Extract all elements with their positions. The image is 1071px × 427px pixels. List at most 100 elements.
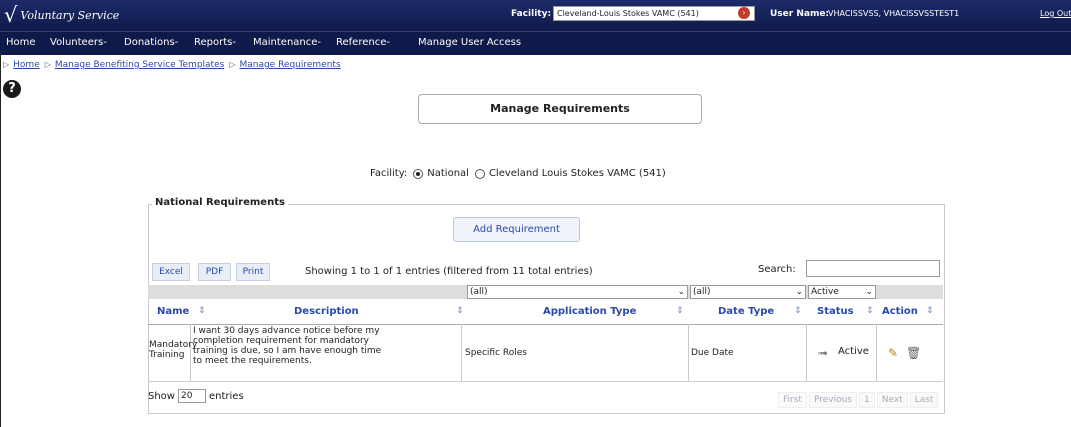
cell-description-line4: to meet the requirements.	[193, 356, 312, 366]
cell-description-line1: I want 30 days advance notice before my	[193, 326, 380, 336]
date-type-filter-value: (all)	[693, 287, 711, 297]
chevron-down-icon: ⌄	[677, 287, 685, 297]
page-length-control: Show 20 entries	[148, 389, 244, 403]
deactivate-arrow-icon[interactable]: ➟	[818, 346, 828, 360]
page-length-select[interactable]: 20	[177, 389, 206, 403]
cell-name-line2: Training	[149, 350, 185, 360]
delete-trash-icon[interactable]: 🗑	[906, 346, 921, 360]
print-button[interactable]: Print	[236, 263, 270, 281]
nav-volunteers-label: Volunteers	[50, 37, 104, 48]
cell-date-type: Due Date	[691, 348, 734, 358]
nav-volunteers[interactable]: Volunteers-	[50, 37, 107, 48]
search-label: Search:	[758, 264, 796, 275]
nav-reference-label: Reference	[336, 37, 387, 48]
column-divider	[461, 324, 462, 381]
column-action[interactable]: Action	[882, 306, 918, 317]
breadcrumb-separator: ▷	[3, 60, 10, 69]
page-title: Manage Requirements	[418, 94, 702, 124]
excel-button[interactable]: Excel	[152, 263, 190, 281]
pager-last[interactable]: Last	[909, 392, 939, 408]
sort-icon[interactable]: ⇕	[456, 306, 464, 316]
nav-maintenance[interactable]: Maintenance-	[253, 37, 321, 48]
edit-icon[interactable]: ✎	[888, 346, 898, 360]
nav-donations[interactable]: Donations-	[124, 37, 178, 48]
user-name-value: VHACISSVSS, VHACISSVSSTEST1	[828, 9, 960, 18]
cell-description-line2: completion requirement for mandatory	[193, 336, 369, 346]
add-requirement-button[interactable]: Add Requirement	[453, 217, 580, 242]
search-input[interactable]	[806, 260, 940, 277]
application-type-filter-value: (all)	[470, 287, 488, 297]
user-name-label: User Name:	[770, 9, 830, 19]
pdf-button[interactable]: PDF	[198, 263, 231, 281]
nav-home[interactable]: Home	[6, 37, 36, 48]
nav-dropdown-marker: -	[317, 37, 322, 48]
pager-page-1[interactable]: 1	[859, 392, 875, 408]
entries-label: entries	[208, 390, 244, 402]
help-icon[interactable]: ?	[3, 80, 21, 98]
cell-name-line1: Mandatory	[149, 340, 198, 350]
logout-link[interactable]: Log Out	[1040, 9, 1071, 18]
nav-dropdown-marker: -	[232, 37, 236, 48]
breadcrumb-separator: ▷	[44, 60, 51, 69]
cell-description-line3: training is due, so I am have enough tim…	[193, 346, 382, 356]
cell-status: Active	[838, 346, 869, 357]
vs-logo-icon: √	[4, 3, 18, 27]
sort-icon[interactable]: ⇕	[866, 306, 874, 316]
nav-maintenance-label: Maintenance	[253, 37, 318, 48]
facility-select-value: Cleveland-Louis Stokes VAMC (541)	[557, 9, 699, 18]
radio-national[interactable]	[413, 168, 424, 179]
top-header: √ Voluntary Service Facility: Cleveland-…	[0, 0, 1071, 31]
nav-dropdown-marker: -	[386, 37, 390, 48]
requirements-legend: National Requirements	[152, 197, 288, 208]
app-logo[interactable]: √ Voluntary Service	[4, 4, 119, 26]
nav-dropdown-marker: -	[174, 37, 179, 48]
nav-manage-user-access[interactable]: Manage User Access	[418, 37, 521, 48]
breadcrumb-templates[interactable]: Manage Benefiting Service Templates	[55, 60, 224, 70]
pager-next[interactable]: Next	[876, 392, 908, 408]
radio-cleveland[interactable]	[474, 168, 485, 179]
column-status[interactable]: Status	[817, 306, 854, 317]
pagination: First Previous 1 Next Last	[778, 392, 939, 408]
cell-application-type: Specific Roles	[465, 348, 527, 358]
breadcrumb-home[interactable]: Home	[13, 60, 40, 70]
radio-national-label: National	[427, 168, 469, 179]
column-date-type[interactable]: Date Type	[718, 306, 774, 317]
app-name: Voluntary Service	[20, 8, 120, 22]
column-divider	[190, 324, 191, 381]
chevron-down-icon: ⌄	[795, 287, 803, 297]
facility-label: Facility:	[511, 9, 552, 19]
show-label: Show	[148, 390, 175, 402]
column-divider	[806, 324, 807, 381]
pager-first[interactable]: First	[778, 392, 807, 408]
sort-icon[interactable]: ⇕	[198, 306, 206, 316]
nav-reference[interactable]: Reference-	[336, 37, 390, 48]
chevron-down-icon: ⌄	[865, 287, 873, 297]
nav-dropdown-marker: -	[103, 37, 107, 48]
sort-icon[interactable]: ⇕	[676, 306, 684, 316]
nav-reports-label: Reports	[194, 37, 233, 48]
status-filter[interactable]: Active ⌄	[808, 285, 876, 299]
pager-previous[interactable]: Previous	[808, 392, 857, 408]
sort-icon[interactable]: ⇕	[926, 306, 934, 316]
showing-info: Showing 1 to 1 of 1 entries (filtered fr…	[305, 266, 593, 277]
facility-radio-group: Facility: National Cleveland Louis Stoke…	[370, 168, 666, 179]
breadcrumb-requirements[interactable]: Manage Requirements	[239, 60, 340, 70]
page-length-value: 20	[180, 391, 193, 401]
breadcrumb-separator: ▷	[229, 60, 236, 69]
facility-radio-label: Facility:	[370, 168, 408, 179]
sort-icon[interactable]: ⇕	[794, 306, 802, 316]
column-divider	[876, 324, 877, 381]
facility-select[interactable]: Cleveland-Louis Stokes VAMC (541)	[553, 6, 755, 21]
column-name[interactable]: Name	[157, 306, 189, 317]
breadcrumb: ▷ Home ▷ Manage Benefiting Service Templ…	[3, 60, 346, 70]
facility-go-icon[interactable]: ›	[738, 7, 750, 19]
column-application-type[interactable]: Application Type	[543, 306, 636, 317]
date-type-filter[interactable]: (all) ⌄	[690, 285, 806, 299]
status-filter-value: Active	[811, 287, 839, 297]
column-description[interactable]: Description	[294, 306, 359, 317]
radio-cleveland-label: Cleveland Louis Stokes VAMC (541)	[488, 168, 666, 179]
nav-donations-label: Donations	[124, 37, 175, 48]
main-nav: Home Volunteers- Donations- Reports- Mai…	[0, 31, 1071, 55]
application-type-filter[interactable]: (all) ⌄	[467, 285, 688, 299]
nav-reports[interactable]: Reports-	[194, 37, 236, 48]
